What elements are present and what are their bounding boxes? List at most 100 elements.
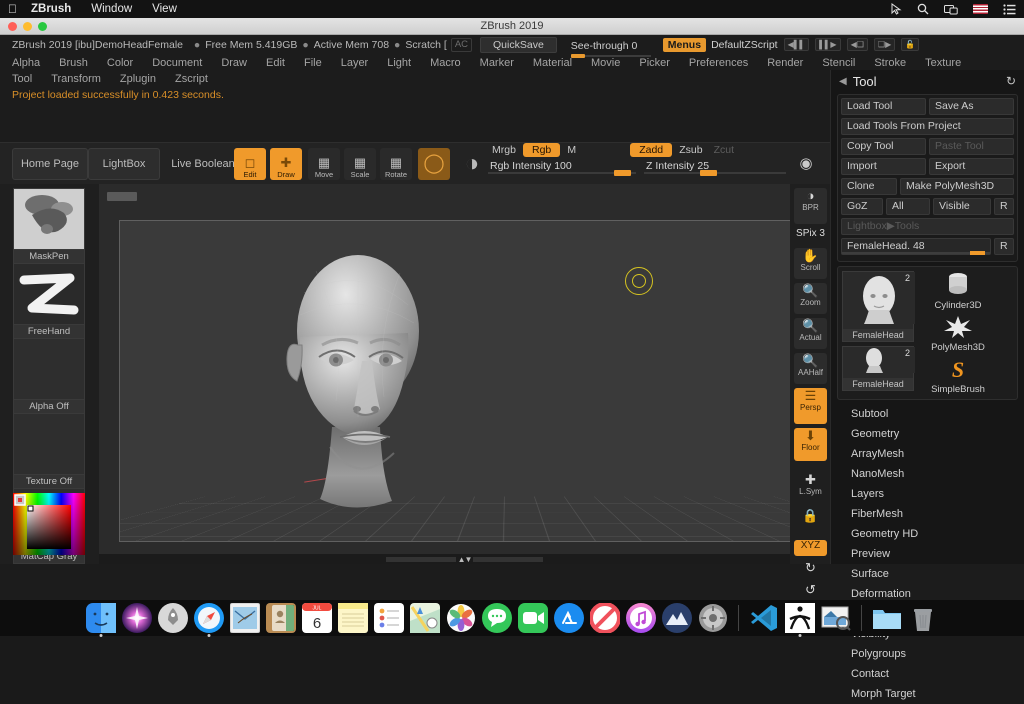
- menu-marker[interactable]: Marker: [480, 57, 514, 69]
- quicksave-button[interactable]: QuickSave: [480, 36, 557, 53]
- dock-item-vscode[interactable]: [749, 603, 779, 633]
- subpalette-surface[interactable]: Surface: [831, 564, 1024, 584]
- rotate-mode-button[interactable]: ▦ Rotate: [380, 148, 412, 180]
- color-picker[interactable]: [13, 493, 85, 555]
- menu-zplugin[interactable]: Zplugin: [120, 73, 156, 85]
- floor-button[interactable]: ⬇ Floor: [794, 428, 827, 461]
- lightbox-tools-button[interactable]: Lightbox▶Tools: [841, 218, 1014, 235]
- scroll-left-icon[interactable]: ◀▌▌: [783, 38, 810, 51]
- visible-button[interactable]: Visible: [933, 198, 991, 215]
- menu-preferences[interactable]: Preferences: [689, 57, 748, 69]
- subpalette-geometry[interactable]: Geometry: [831, 424, 1024, 444]
- alpha-swatch[interactable]: Alpha Off: [13, 338, 85, 414]
- control-center-icon[interactable]: [1003, 3, 1016, 15]
- stroke-preview-button[interactable]: ◉: [790, 148, 822, 180]
- female-head-3d-model[interactable]: [270, 241, 480, 541]
- subpalette-layers[interactable]: Layers: [831, 484, 1024, 504]
- menu-transform[interactable]: Transform: [51, 73, 101, 85]
- dock-item-downloads[interactable]: [872, 603, 902, 633]
- zcut-button[interactable]: Zcut: [710, 143, 738, 157]
- home-page-button[interactable]: Home Page: [12, 148, 88, 180]
- menu-color[interactable]: Color: [107, 57, 133, 69]
- subpalette-contact[interactable]: Contact: [831, 664, 1024, 684]
- load-tool-button[interactable]: Load Tool: [841, 98, 926, 115]
- clone-button[interactable]: Clone: [841, 178, 897, 195]
- scroll-button[interactable]: ✋ Scroll: [794, 248, 827, 279]
- lightbox-button[interactable]: LightBox: [88, 148, 160, 180]
- menu-brush[interactable]: Brush: [59, 57, 88, 69]
- bpr-button[interactable]: ◑ BPR: [794, 188, 827, 224]
- dock-item-facetime[interactable]: [518, 603, 548, 633]
- dock-item-trash[interactable]: [908, 603, 938, 633]
- menu-tool[interactable]: Tool: [12, 73, 32, 85]
- canvas-bottom-scrollbar[interactable]: ▲▼: [99, 554, 830, 564]
- us-flag-icon[interactable]: [973, 4, 988, 14]
- zadd-button[interactable]: Zadd: [630, 143, 673, 157]
- subpalette-nanomesh[interactable]: NanoMesh: [831, 464, 1024, 484]
- rgb-intensity-slider[interactable]: Rgb Intensity 100: [488, 160, 636, 176]
- tray-right-icon[interactable]: ❑▶: [873, 38, 896, 51]
- material-preview-button[interactable]: ◑: [456, 148, 488, 180]
- rotate-z-button[interactable]: ↺: [794, 582, 827, 600]
- load-tools-from-project-button[interactable]: Load Tools From Project: [841, 118, 1014, 135]
- subpalette-preview[interactable]: Preview: [831, 544, 1024, 564]
- stroke-swatch[interactable]: FreeHand: [13, 263, 85, 339]
- dock-item-contacts[interactable]: [266, 603, 296, 633]
- goz-button[interactable]: GoZ: [841, 198, 883, 215]
- cursor-icon[interactable]: [891, 3, 902, 15]
- aahalf-button[interactable]: 🔍 AAHalf: [794, 353, 827, 384]
- rotate-y-button[interactable]: ↻: [794, 560, 827, 578]
- dock-item-notes[interactable]: [338, 603, 368, 633]
- zoom-button[interactable]: 🔍 Zoom: [794, 283, 827, 314]
- menu-file[interactable]: File: [304, 57, 322, 69]
- search-icon[interactable]: [917, 3, 929, 15]
- menu-stroke[interactable]: Stroke: [874, 57, 906, 69]
- refresh-icon[interactable]: ↻: [1006, 74, 1016, 88]
- menu-picker[interactable]: Picker: [639, 57, 670, 69]
- all-button[interactable]: All: [886, 198, 930, 215]
- see-through-slider[interactable]: See-through 0: [570, 36, 651, 58]
- subpalette-subtool[interactable]: Subtool: [831, 404, 1024, 424]
- menu-macro[interactable]: Macro: [430, 57, 461, 69]
- dock-item-reminders[interactable]: [374, 603, 404, 633]
- tool-thumb-polymesh3d[interactable]: PolyMesh3D: [918, 315, 998, 353]
- menu-render[interactable]: Render: [767, 57, 803, 69]
- draw-mode-button[interactable]: ✚ Draw: [270, 148, 302, 180]
- menu-draw[interactable]: Draw: [221, 57, 247, 69]
- dock-item-finder[interactable]: [86, 603, 116, 637]
- scale-mode-button[interactable]: ▦ Scale: [344, 148, 376, 180]
- tool-item-slider[interactable]: FemaleHead. 48: [841, 238, 991, 255]
- palette-collapse-icon[interactable]: ◀: [839, 76, 847, 87]
- menu-alpha[interactable]: Alpha: [12, 57, 40, 69]
- apple-menu-icon[interactable]: : [8, 3, 17, 15]
- menu-texture[interactable]: Texture: [925, 57, 961, 69]
- subpalette-morph-target[interactable]: Morph Target: [831, 684, 1024, 704]
- subpalette-polygroups[interactable]: Polygroups: [831, 644, 1024, 664]
- dock-item-preview[interactable]: [821, 603, 851, 633]
- zsub-button[interactable]: Zsub: [675, 143, 706, 157]
- dock-item-maps[interactable]: [410, 603, 440, 633]
- lock-icon[interactable]: 🔓: [901, 38, 920, 51]
- menu-light[interactable]: Light: [387, 57, 411, 69]
- tool-thumb-femalehead-small[interactable]: 2 FemaleHead: [842, 346, 915, 391]
- dock-item-safari[interactable]: [194, 603, 224, 637]
- default-zscript-label[interactable]: DefaultZScript: [711, 39, 778, 51]
- menu-layer[interactable]: Layer: [341, 57, 369, 69]
- menu-zscript[interactable]: Zscript: [175, 73, 208, 85]
- dock-item-app-store[interactable]: [554, 603, 584, 633]
- menu-edit[interactable]: Edit: [266, 57, 285, 69]
- brush-swatch[interactable]: MaskPen: [13, 188, 85, 264]
- screen-share-icon[interactable]: [944, 4, 958, 15]
- menu-stencil[interactable]: Stencil: [822, 57, 855, 69]
- xyz-button[interactable]: XYZ: [794, 540, 827, 556]
- scroll-arrows-icon[interactable]: ▲▼: [458, 555, 473, 564]
- z-intensity-slider[interactable]: Z Intensity 25: [644, 160, 786, 176]
- dock-item-system-preferences[interactable]: [698, 603, 728, 633]
- dock-item-messages[interactable]: [482, 603, 512, 633]
- item-r-button[interactable]: R: [994, 238, 1014, 255]
- transp-lock-button[interactable]: 🔒: [794, 508, 827, 532]
- scroll-track-right[interactable]: [473, 556, 544, 562]
- dock-item-launchpad[interactable]: [158, 603, 188, 633]
- dock-item-app-mountain[interactable]: [662, 603, 692, 633]
- mrgb-button[interactable]: Mrgb: [488, 143, 520, 157]
